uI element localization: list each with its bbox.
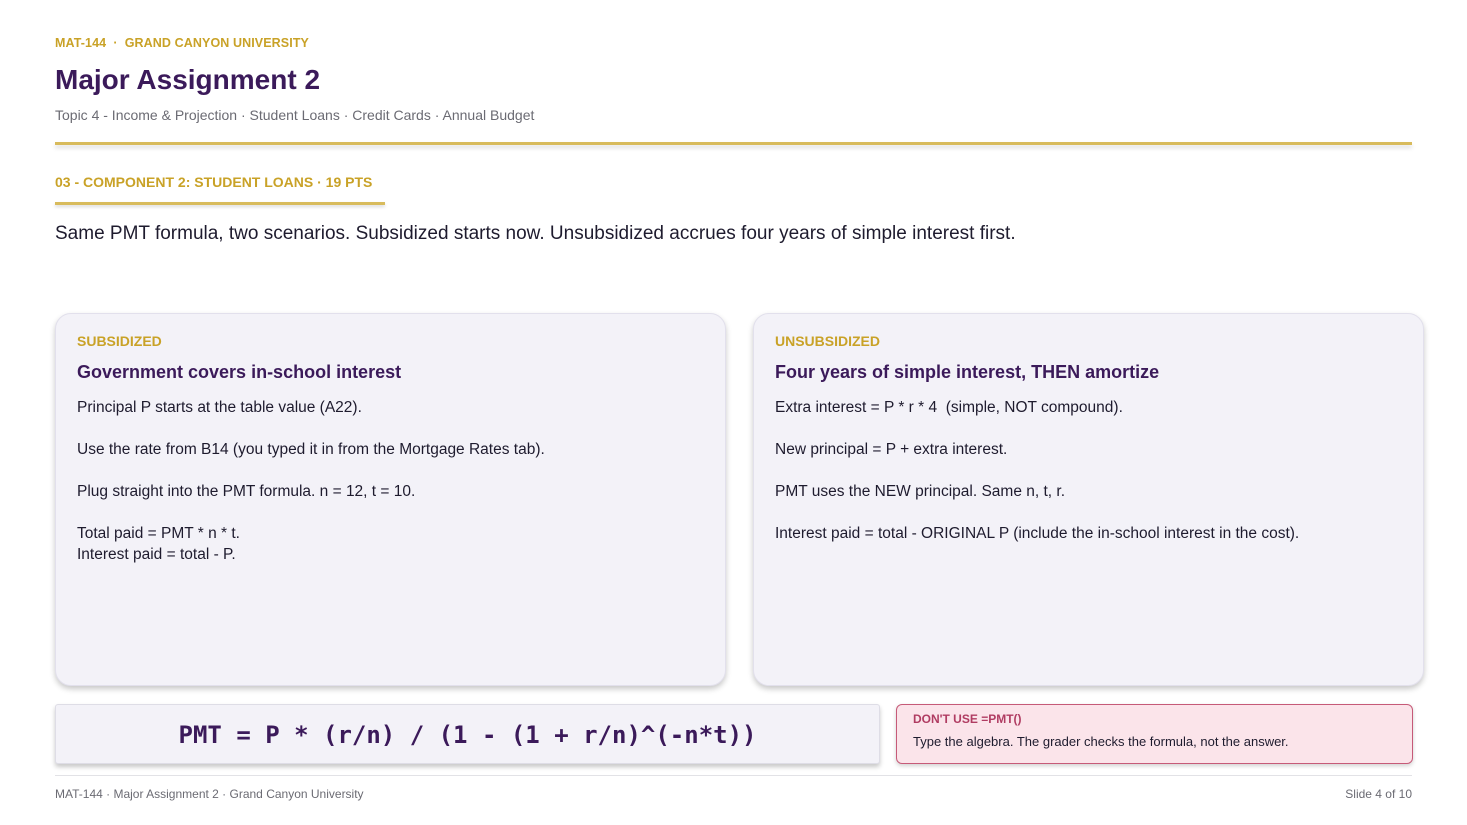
unsubsidized-card: UNSUBSIDIZED Four years of simple intere… — [753, 313, 1424, 686]
pmt-formula: PMT = P * (r/n) / (1 - (1 + r/n)^(-n*t)) — [55, 704, 880, 764]
card-line: Interest paid = total - ORIGINAL P (incl… — [775, 525, 1300, 542]
slide-number: Slide 4 of 10 — [1345, 787, 1412, 801]
card-line: Total paid = PMT * n * t. — [77, 525, 240, 542]
card-line: Interest paid = total - P. — [77, 546, 236, 563]
card-body: Extra interest = P * r * 4 (simple, NOT … — [775, 397, 1402, 544]
page-title: Major Assignment 2 — [55, 64, 321, 95]
warning-text: Type the algebra. The grader checks the … — [913, 734, 1289, 749]
subsidized-card: SUBSIDIZED Government covers in-school i… — [55, 313, 726, 686]
warning-callout: DON'T USE =PMT() Type the algebra. The g… — [896, 704, 1413, 764]
card-line: Plug straight into the PMT formula. n = … — [77, 483, 416, 500]
card-title: Government covers in-school interest — [77, 362, 402, 382]
card-title: Four years of simple interest, THEN amor… — [775, 362, 1160, 382]
card-body: Principal P starts at the table value (A… — [77, 397, 704, 565]
card-line: Extra interest = P * r * 4 (simple, NOT … — [775, 399, 1123, 416]
footer-course: MAT-144 · Major Assignment 2 · Grand Can… — [55, 787, 364, 801]
page-subtitle: Topic 4 - Income & Projection · Student … — [55, 107, 535, 123]
card-line: New principal = P + extra interest. — [775, 441, 1008, 458]
card-tag: UNSUBSIDIZED — [775, 333, 881, 349]
section-label: 03 - COMPONENT 2: STUDENT LOANS · 19 PTS — [55, 174, 373, 190]
card-line: PMT uses the NEW principal. Same n, t, r… — [775, 483, 1066, 500]
section-underline — [55, 202, 385, 205]
card-tag: SUBSIDIZED — [77, 333, 162, 349]
card-line: Principal P starts at the table value (A… — [77, 399, 362, 416]
header-divider — [55, 142, 1412, 145]
course-kicker: MAT-144 · GRAND CANYON UNIVERSITY — [55, 36, 309, 50]
footer-divider — [55, 775, 1412, 776]
section-lead: Same PMT formula, two scenarios. Subsidi… — [55, 223, 1016, 244]
warning-title: DON'T USE =PMT() — [913, 712, 1022, 726]
card-line: Use the rate from B14 (you typed it in f… — [77, 441, 545, 458]
